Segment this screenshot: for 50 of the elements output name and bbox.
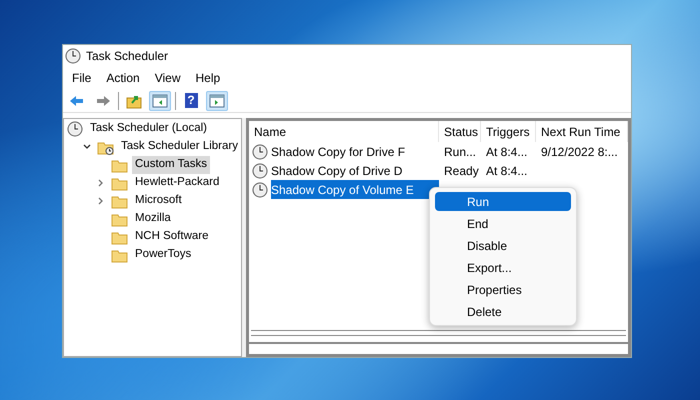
tree-item[interactable]: NCH Software: [132, 228, 212, 246]
menu-item[interactable]: Delete: [435, 302, 571, 321]
menu-item[interactable]: End: [435, 214, 571, 233]
tree-item[interactable]: Microsoft: [132, 192, 185, 210]
clock-icon: [252, 144, 268, 160]
panel-button[interactable]: [206, 90, 228, 110]
folder-icon: [111, 248, 128, 262]
task-name[interactable]: Shadow Copy of Volume E: [271, 180, 439, 199]
clock-icon: [252, 182, 268, 198]
folder-icon: [111, 194, 128, 208]
task-name[interactable]: Shadow Copy of Drive D: [271, 161, 406, 180]
column-header[interactable]: Name: [249, 121, 439, 142]
column-header[interactable]: Status: [439, 121, 481, 142]
column-header[interactable]: Next Run Time: [536, 121, 628, 142]
horizontal-scrollbar[interactable]: [251, 330, 626, 336]
folder-clock-icon: [97, 140, 114, 154]
menu-item[interactable]: Export...: [435, 258, 571, 277]
menu-item[interactable]: Help: [188, 69, 228, 87]
column-header[interactable]: Triggers: [481, 121, 536, 142]
clock-icon: [67, 121, 83, 137]
tree-item[interactable]: Task Scheduler Library: [118, 138, 241, 156]
help-icon: ?: [184, 93, 198, 108]
task-name[interactable]: Shadow Copy for Drive F: [271, 142, 410, 161]
menu-item[interactable]: Action: [99, 69, 147, 87]
panel-icon: [152, 92, 168, 108]
table-cell-text: Ready: [444, 162, 479, 180]
menu-item[interactable]: Properties: [435, 280, 571, 299]
tree-item[interactable]: Mozilla: [132, 210, 174, 228]
clock-icon: [65, 48, 81, 64]
menu-item[interactable]: File: [65, 69, 98, 87]
menu-item[interactable]: Disable: [435, 236, 571, 255]
tree-item[interactable]: PowerToys: [132, 246, 194, 264]
window-title: Task Scheduler: [86, 48, 168, 65]
folder-icon: [111, 176, 128, 190]
tree-item[interactable]: Task Scheduler (Local): [87, 120, 210, 138]
clock-icon: [252, 162, 268, 178]
folder-icon: [111, 230, 128, 244]
folder-icon: [111, 158, 128, 172]
menu-item[interactable]: View: [148, 69, 188, 87]
folder-icon: [111, 212, 128, 226]
table-cell-text: Run...: [444, 144, 476, 160]
panel-icon: [209, 92, 225, 108]
table-cell-text: 9/12/2022 8:...: [541, 144, 618, 160]
table-cell-text: At 8:4...: [486, 162, 528, 180]
tree-item[interactable]: Hewlett-Packard: [132, 174, 222, 192]
menu-item[interactable]: Run: [435, 192, 571, 211]
tree-item[interactable]: Custom Tasks: [132, 156, 210, 174]
panel-button[interactable]: [149, 90, 171, 110]
table-cell-text: At 8:4...: [486, 144, 528, 160]
help-button[interactable]: ?: [180, 90, 202, 110]
